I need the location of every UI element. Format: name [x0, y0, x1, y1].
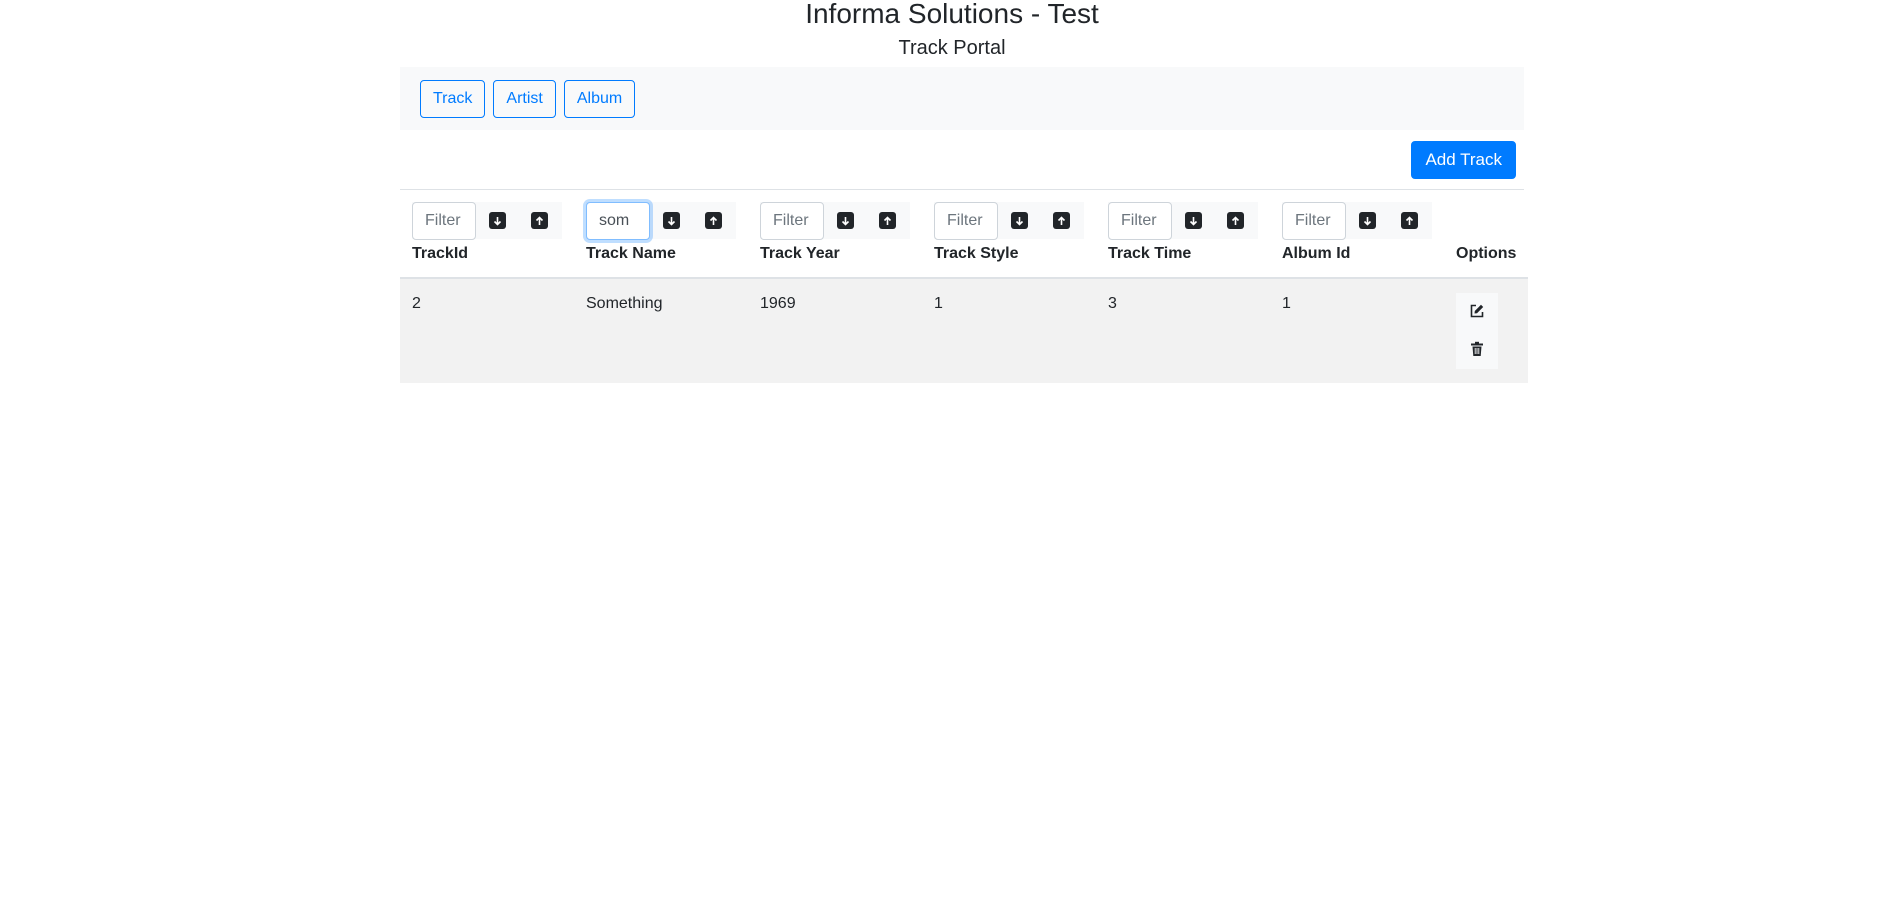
trash-icon	[1470, 341, 1484, 360]
column-header-options: Options	[1444, 190, 1529, 279]
edit-button[interactable]	[1456, 293, 1498, 331]
filter-group	[1108, 201, 1258, 240]
cell-options	[1444, 278, 1528, 383]
column-label: Options	[1456, 245, 1517, 262]
toolbar: Add Track	[400, 130, 1524, 190]
table-header-row: TrackId Track Name	[400, 190, 1529, 279]
album-id-sort-asc-button[interactable]	[1388, 202, 1430, 239]
tracks-table: TrackId Track Name	[400, 190, 1529, 383]
trackid-sort-desc-button[interactable]	[476, 202, 518, 239]
add-track-button[interactable]: Add Track	[1411, 140, 1516, 179]
arrow-up-icon	[878, 212, 896, 229]
filter-group	[934, 201, 1084, 240]
filter-group	[586, 201, 736, 240]
track-style-sort-desc-button[interactable]	[998, 202, 1040, 239]
cell-trackid: 2	[412, 295, 421, 312]
column-label: Track Style	[934, 245, 1019, 262]
arrow-up-icon	[1052, 212, 1070, 229]
arrow-down-icon	[662, 212, 680, 229]
column-header-track-time: Track Time	[1096, 190, 1270, 279]
column-label: Track Year	[760, 245, 840, 262]
table-row: 2 Something 1969 1 3 1	[400, 278, 1529, 383]
track-style-filter-input[interactable]	[934, 201, 998, 240]
edit-icon	[1469, 303, 1485, 322]
arrow-up-icon	[1226, 212, 1244, 229]
arrow-up-icon	[704, 212, 722, 229]
arrow-down-icon	[836, 212, 854, 229]
column-header-trackid: TrackId	[400, 190, 574, 279]
cell-track-year: 1969	[760, 295, 796, 312]
nav-track-button[interactable]: Track	[420, 79, 486, 118]
navbar: Track Artist Album	[400, 67, 1524, 130]
column-label: Track Name	[586, 245, 676, 262]
delete-button[interactable]	[1456, 331, 1498, 369]
track-name-filter-input[interactable]	[586, 201, 650, 240]
page-title: Informa Solutions - Test	[805, 0, 1099, 29]
track-name-sort-asc-button[interactable]	[692, 202, 734, 239]
arrow-down-icon	[1010, 212, 1028, 229]
arrow-down-icon	[1184, 212, 1202, 229]
arrow-down-icon	[1358, 212, 1376, 229]
column-label: Track Time	[1108, 245, 1192, 262]
arrow-down-icon	[488, 212, 506, 229]
cell-track-time: 3	[1108, 295, 1117, 312]
cell-track-style: 1	[934, 295, 943, 312]
trackid-filter-input[interactable]	[412, 201, 476, 240]
album-id-sort-desc-button[interactable]	[1346, 202, 1388, 239]
cell-album-id: 1	[1282, 295, 1291, 312]
column-label: Album Id	[1282, 245, 1351, 262]
track-time-filter-input[interactable]	[1108, 201, 1172, 240]
column-header-track-year: Track Year	[748, 190, 922, 279]
nav-artist-button[interactable]: Artist	[493, 79, 556, 118]
arrow-up-icon	[530, 212, 548, 229]
filter-group	[1282, 201, 1432, 240]
page-subtitle: Track Portal	[898, 37, 1006, 59]
column-header-track-style: Track Style	[922, 190, 1096, 279]
arrow-up-icon	[1400, 212, 1418, 229]
track-year-sort-asc-button[interactable]	[866, 202, 908, 239]
filter-group	[760, 201, 910, 240]
track-style-sort-asc-button[interactable]	[1040, 202, 1082, 239]
main-container: Track Artist Album Add Track Filter Trac…	[400, 67, 1529, 383]
nav-album-button[interactable]: Album	[563, 79, 636, 118]
column-label: TrackId	[412, 245, 469, 262]
track-time-sort-asc-button[interactable]	[1214, 202, 1256, 239]
track-time-sort-desc-button[interactable]	[1172, 202, 1214, 239]
album-id-filter-input[interactable]	[1282, 201, 1346, 240]
trackid-sort-asc-button[interactable]	[518, 202, 560, 239]
column-header-album-id: Album Id	[1270, 190, 1444, 279]
track-year-filter-input[interactable]	[760, 201, 824, 240]
track-name-sort-desc-button[interactable]	[650, 202, 692, 239]
filter-group	[412, 201, 562, 240]
track-year-sort-desc-button[interactable]	[824, 202, 866, 239]
column-header-track-name: Track Name	[574, 190, 748, 279]
cell-track-name: Something	[586, 295, 663, 312]
